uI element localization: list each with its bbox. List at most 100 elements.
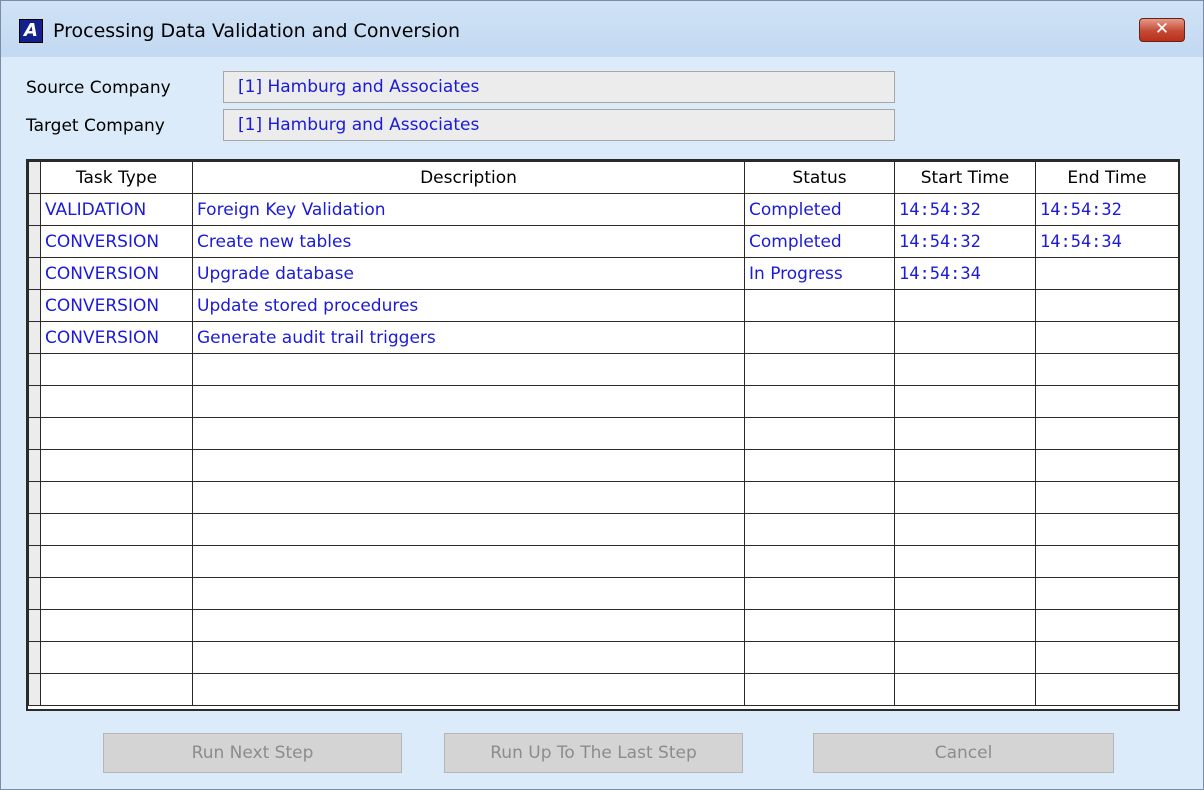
end-time-cell	[1035, 417, 1178, 450]
run-up-to-last-step-label: Run Up To The Last Step	[490, 743, 697, 763]
description-cell	[192, 545, 745, 578]
table-row[interactable]	[28, 449, 1178, 482]
table-row[interactable]	[28, 673, 1178, 706]
close-button[interactable]: ✕	[1139, 18, 1185, 42]
table-row[interactable]	[28, 353, 1178, 386]
source-company-label: Source Company	[26, 78, 171, 98]
end-time-cell	[1035, 321, 1178, 354]
column-header-end-time[interactable]: End Time	[1035, 161, 1178, 194]
end-time-cell: 14:54:32	[1035, 193, 1178, 226]
start-time-cell: 14:54:34	[894, 257, 1036, 290]
task-type-cell	[40, 353, 193, 386]
table-row[interactable]	[28, 481, 1178, 514]
row-selector[interactable]	[28, 321, 41, 354]
start-time-cell: 14:54:32	[894, 193, 1036, 226]
table-row[interactable]: CONVERSION Create new tables Completed 14:5…	[28, 225, 1178, 258]
column-header-task-type[interactable]: Task Type	[40, 161, 193, 194]
table-row[interactable]	[28, 417, 1178, 450]
row-selector[interactable]	[28, 449, 41, 482]
dialog-body: Source Company [1] Hamburg and Associate…	[10, 57, 1194, 785]
row-selector[interactable]	[28, 193, 41, 226]
start-time-cell	[894, 353, 1036, 386]
table-row[interactable]	[28, 385, 1178, 418]
description-cell	[192, 417, 745, 450]
table-row[interactable]	[28, 513, 1178, 546]
column-header-description[interactable]: Description	[192, 161, 745, 194]
column-header-start-time[interactable]: Start Time	[894, 161, 1036, 194]
task-type-cell	[40, 385, 193, 418]
end-time-cell	[1035, 257, 1178, 290]
description-cell	[192, 673, 745, 706]
start-time-cell	[894, 545, 1036, 578]
description-cell	[192, 353, 745, 386]
status-cell	[744, 321, 895, 354]
table-row[interactable]	[28, 545, 1178, 578]
row-selector[interactable]	[28, 641, 41, 674]
end-time-cell	[1035, 609, 1178, 642]
table-row[interactable]: VALIDATION Foreign Key Validation Complete…	[28, 193, 1178, 226]
title-bar[interactable]: A Processing Data Validation and Convers…	[1, 1, 1203, 57]
start-time-cell	[894, 289, 1036, 322]
status-cell: Completed	[744, 225, 895, 258]
row-selector[interactable]	[28, 417, 41, 450]
end-time-cell	[1035, 641, 1178, 674]
task-type-cell	[40, 673, 193, 706]
end-time-cell	[1035, 385, 1178, 418]
run-up-to-last-step-button[interactable]: Run Up To The Last Step	[444, 733, 743, 773]
description-cell	[192, 641, 745, 674]
table-row[interactable]: CONVERSION Generate audit trail triggers	[28, 321, 1178, 354]
start-time-cell	[894, 417, 1036, 450]
description-cell: Foreign Key Validation	[192, 193, 745, 226]
end-time-cell	[1035, 481, 1178, 514]
end-time-cell	[1035, 289, 1178, 322]
status-cell	[744, 673, 895, 706]
row-selector[interactable]	[28, 225, 41, 258]
task-type-cell	[40, 545, 193, 578]
task-grid[interactable]: Task Type Description Status Start Time …	[26, 159, 1180, 711]
status-cell: In Progress	[744, 257, 895, 290]
table-row[interactable]	[28, 577, 1178, 610]
start-time-cell	[894, 385, 1036, 418]
description-cell: Upgrade database	[192, 257, 745, 290]
table-row[interactable]	[28, 609, 1178, 642]
status-cell	[744, 449, 895, 482]
start-time-cell	[894, 513, 1036, 546]
row-selector[interactable]	[28, 257, 41, 290]
row-selector[interactable]	[28, 673, 41, 706]
row-selector-header	[28, 161, 41, 194]
description-cell: Generate audit trail triggers	[192, 321, 745, 354]
row-selector[interactable]	[28, 481, 41, 514]
cancel-button[interactable]: Cancel	[813, 733, 1114, 773]
start-time-cell: 14:54:32	[894, 225, 1036, 258]
status-cell	[744, 353, 895, 386]
task-type-cell: CONVERSION	[40, 257, 193, 290]
table-row[interactable]	[28, 641, 1178, 674]
target-company-label: Target Company	[26, 116, 165, 136]
row-selector[interactable]	[28, 513, 41, 546]
start-time-cell	[894, 673, 1036, 706]
description-cell	[192, 609, 745, 642]
table-row[interactable]: CONVERSION Update stored procedures	[28, 289, 1178, 322]
row-selector[interactable]	[28, 609, 41, 642]
description-cell	[192, 385, 745, 418]
row-selector[interactable]	[28, 289, 41, 322]
task-type-cell: CONVERSION	[40, 225, 193, 258]
row-selector[interactable]	[28, 577, 41, 610]
task-type-cell: VALIDATION	[40, 193, 193, 226]
row-selector[interactable]	[28, 545, 41, 578]
start-time-cell	[894, 449, 1036, 482]
column-header-status[interactable]: Status	[744, 161, 895, 194]
table-row[interactable]: CONVERSION Upgrade database In Progress 14:…	[28, 257, 1178, 290]
task-type-cell	[40, 609, 193, 642]
source-company-field: [1] Hamburg and Associates	[223, 71, 895, 103]
row-selector[interactable]	[28, 353, 41, 386]
run-next-step-button[interactable]: Run Next Step	[103, 733, 402, 773]
start-time-cell	[894, 577, 1036, 610]
end-time-cell	[1035, 513, 1178, 546]
description-cell	[192, 513, 745, 546]
end-time-cell: 14:54:34	[1035, 225, 1178, 258]
end-time-cell	[1035, 449, 1178, 482]
row-selector[interactable]	[28, 385, 41, 418]
task-type-cell	[40, 577, 193, 610]
end-time-cell	[1035, 673, 1178, 706]
